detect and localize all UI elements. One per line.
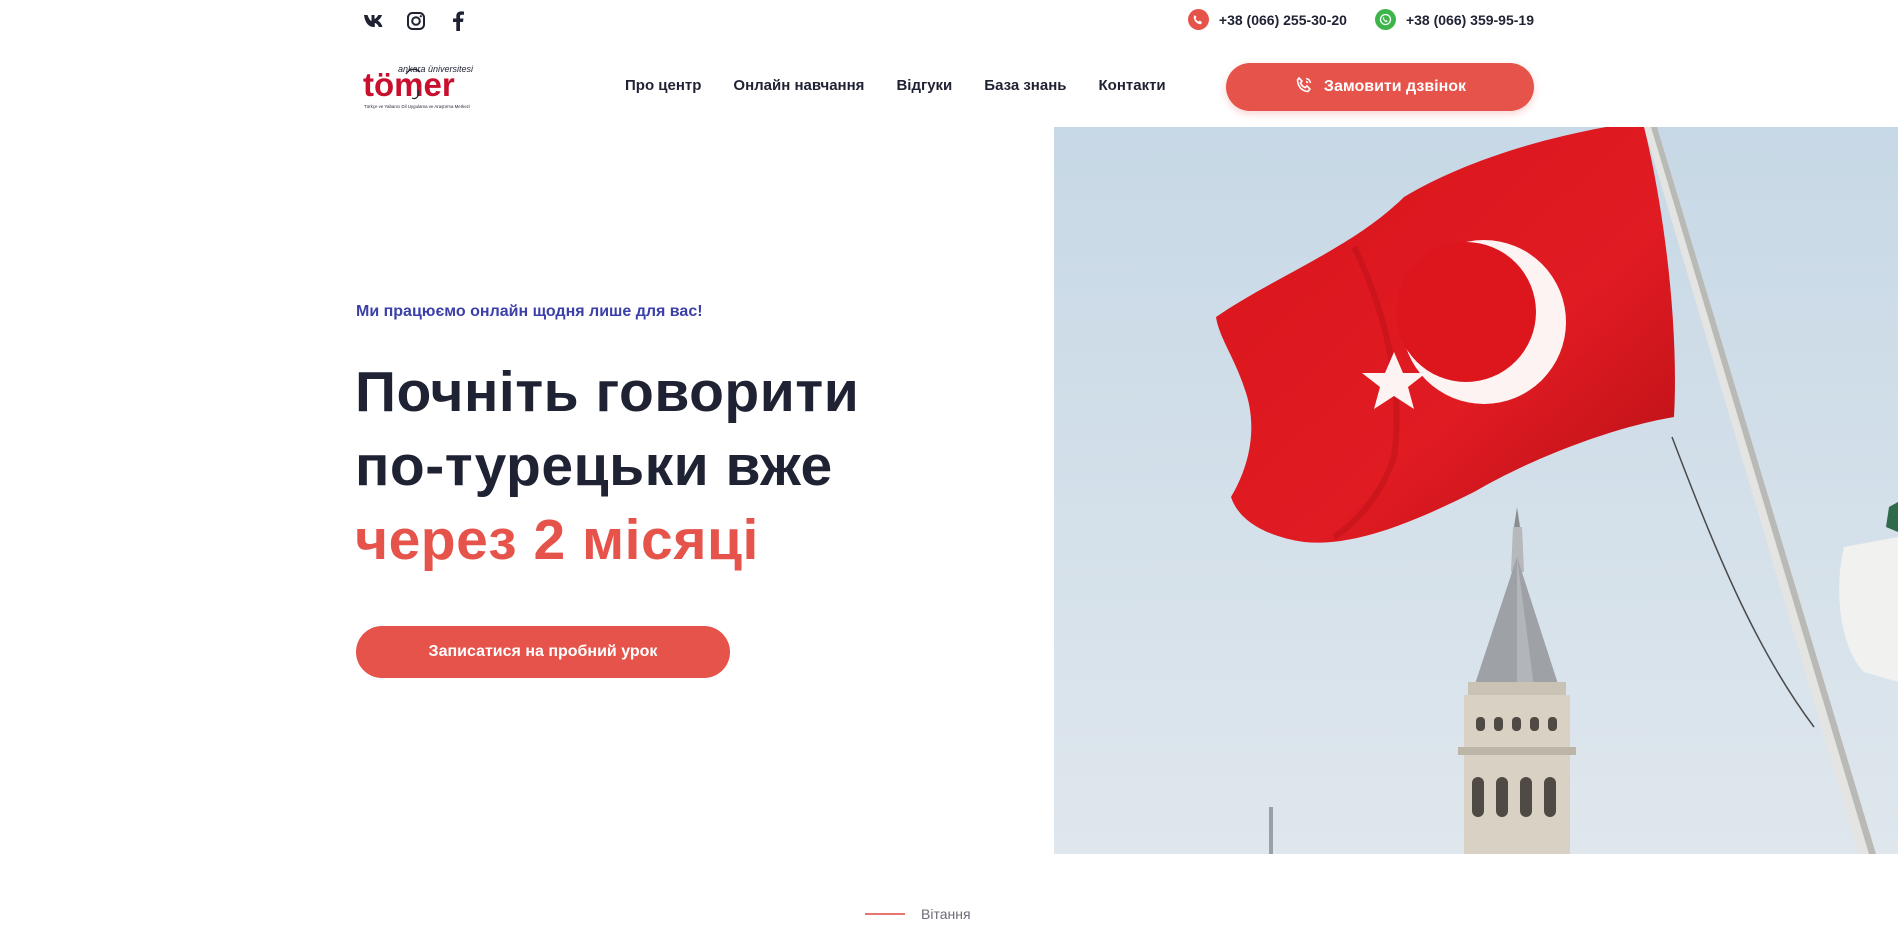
phone-icon (1187, 9, 1209, 30)
nav-item-contacts[interactable]: Контакти (1099, 77, 1166, 94)
tomer-logo[interactable]: ankara üniversitesi tömer Türkçe ve Yaba… (362, 62, 480, 112)
nav-item-about[interactable]: Про центр (625, 77, 701, 94)
main-header: ankara üniversitesi tömer Türkçe ve Yaba… (0, 52, 1898, 124)
vk-icon[interactable] (363, 10, 385, 32)
facebook-icon[interactable] (447, 10, 469, 32)
phone-link-1[interactable]: +38 (066) 255-30-20 (1187, 9, 1347, 30)
nav-item-online-learning[interactable]: Онлайн навчання (733, 77, 864, 94)
section-label: Вітання (865, 906, 971, 922)
order-call-button[interactable]: Замовити дзвінок (1226, 63, 1534, 111)
phone-link-2[interactable]: +38 (066) 359-95-19 (1374, 9, 1534, 30)
divider (865, 913, 905, 915)
main-nav: Про центр Онлайн навчання Відгуки База з… (625, 77, 1166, 94)
hero-headline: Почніть говорити по-турецьки вже через 2… (355, 355, 859, 577)
trial-lesson-button[interactable]: Записатися на пробний урок (356, 626, 730, 678)
svg-text:Türkçe ve Yabancı Dil Uygulama: Türkçe ve Yabancı Dil Uygulama ve Araştı… (364, 104, 470, 109)
whatsapp-icon (1374, 9, 1396, 30)
phone-contacts: +38 (066) 255-30-20 +38 (066) 359-95-19 (1187, 9, 1534, 30)
phone-number-1: +38 (066) 255-30-20 (1218, 11, 1347, 28)
phone-ring-icon (1294, 75, 1314, 100)
instagram-icon[interactable] (405, 10, 427, 32)
phone-number-2: +38 (066) 359-95-19 (1405, 11, 1534, 28)
nav-item-reviews[interactable]: Відгуки (896, 77, 952, 94)
hero-tagline: Ми працюємо онлайн щодня лише для вас! (356, 303, 703, 320)
headline-line-3-accent: через 2 місяці (355, 508, 759, 572)
order-call-label: Замовити дзвінок (1323, 78, 1467, 95)
nav-item-knowledge-base[interactable]: База знань (984, 77, 1066, 94)
section-label-text: Вітання (921, 906, 971, 922)
top-bar: +38 (066) 255-30-20 +38 (066) 359-95-19 (0, 0, 1898, 42)
headline-line-2: по-турецьки вже (355, 434, 833, 498)
social-links (363, 10, 469, 32)
headline-line-1: Почніть говорити (355, 360, 860, 424)
hero-image (1054, 127, 1898, 854)
